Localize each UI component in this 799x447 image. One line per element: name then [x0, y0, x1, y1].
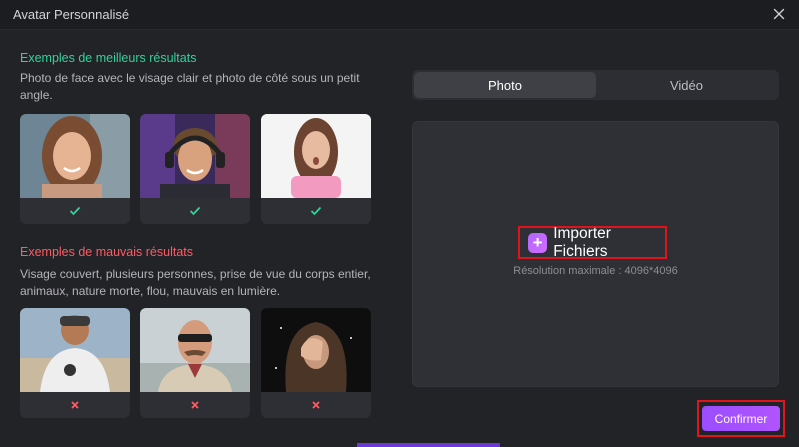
cross-icon: [140, 392, 250, 418]
checkmark-icon: [20, 198, 130, 224]
tab-video[interactable]: Vidéo: [596, 72, 777, 98]
good-example-photo-1: [20, 114, 130, 198]
good-examples-description: Photo de face avec le visage clair et ph…: [20, 71, 360, 102]
taskbar-indicator: [357, 443, 500, 447]
bad-example-photo-1: [20, 308, 130, 392]
dialog-title: Avatar Personnalisé: [13, 7, 130, 22]
bad-example-card-2: [140, 308, 250, 418]
avatar-dialog: Avatar Personnalisé Exemples de meilleur…: [0, 0, 799, 447]
plus-icon: +: [528, 232, 548, 253]
checkmark-icon: [261, 198, 371, 224]
import-files-label: Importer Fichiers: [553, 224, 611, 260]
bad-examples-title: Exemples de mauvais résultats: [20, 245, 193, 259]
bad-example-card-1: [20, 308, 130, 418]
bad-example-photo-2: [140, 308, 250, 392]
confirm-highlight: Confirmer: [697, 400, 785, 437]
max-resolution-note: Résolution maximale : 4096*4096: [513, 265, 678, 277]
good-example-card-3: [261, 114, 371, 224]
title-bar: Avatar Personnalisé: [0, 0, 799, 30]
good-example-photo-3: [261, 114, 371, 198]
checkmark-icon: [140, 198, 250, 224]
tab-photo[interactable]: Photo: [414, 72, 596, 98]
good-examples-title: Exemples de meilleurs résultats: [20, 51, 197, 65]
cross-icon: [20, 392, 130, 418]
bad-example-photo-3: [261, 308, 371, 392]
confirm-button[interactable]: Confirmer: [702, 406, 780, 431]
good-example-card-2: [140, 114, 250, 224]
import-files-button[interactable]: + Importer Fichiers: [518, 224, 667, 260]
bad-examples-description: Visage couvert, plusieurs personnes, pri…: [20, 267, 371, 298]
good-example-photo-2: [140, 114, 250, 198]
cross-icon: [261, 392, 371, 418]
good-example-card-1: [20, 114, 130, 224]
close-icon[interactable]: [771, 6, 787, 22]
media-type-tabs: Photo Vidéo: [412, 70, 779, 100]
bad-example-card-3: [261, 308, 371, 418]
